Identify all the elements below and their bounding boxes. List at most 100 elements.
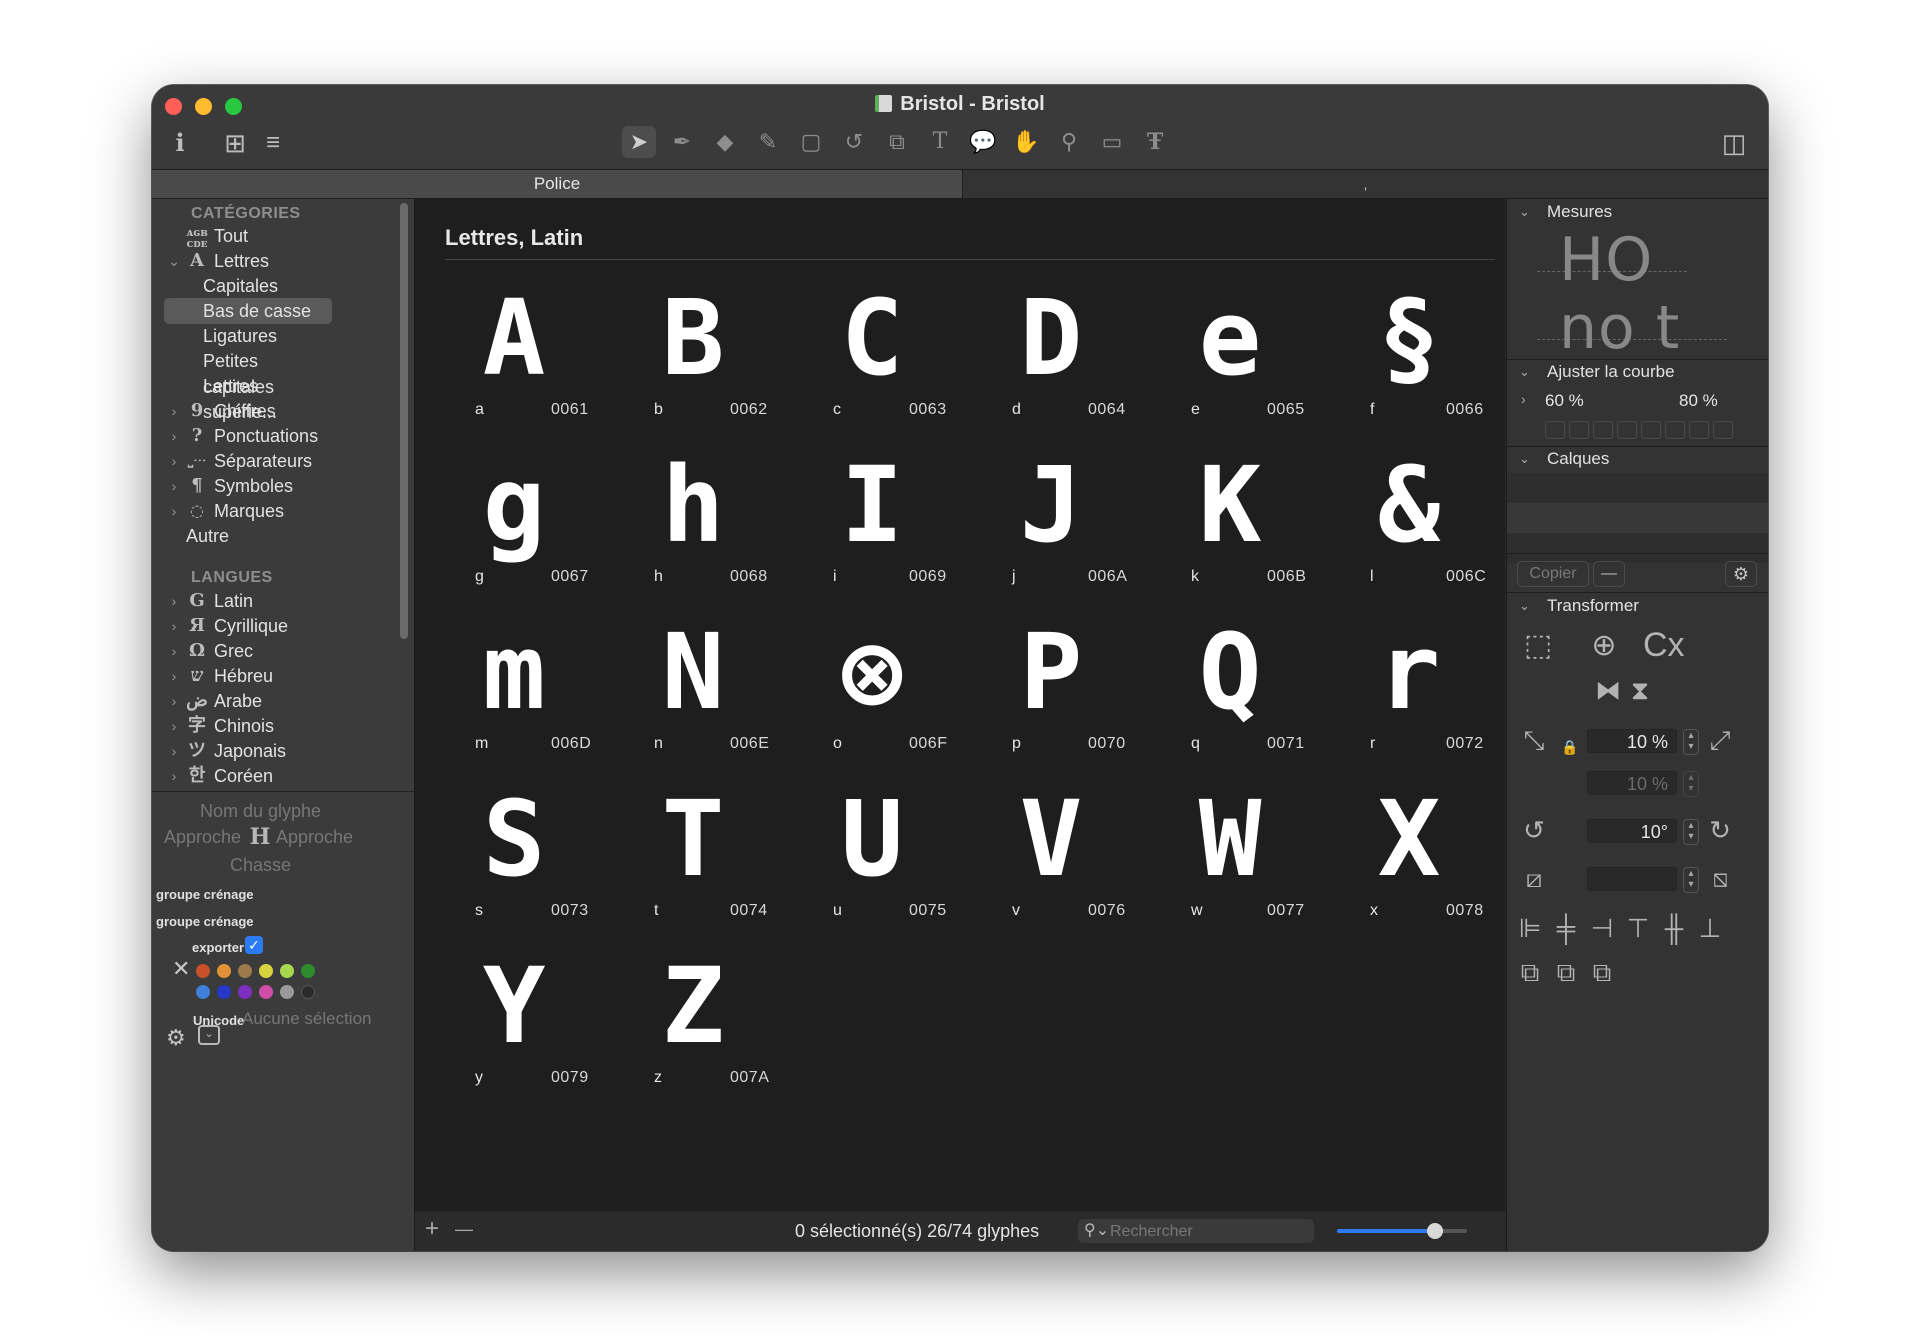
rotate-field[interactable]: 10° (1587, 819, 1677, 843)
tab-text[interactable]: , (963, 170, 1768, 198)
color-swatch-yellow[interactable] (259, 964, 273, 978)
chevron-right-icon[interactable]: › (164, 663, 184, 689)
gear-icon[interactable]: ⚙ (1725, 561, 1757, 587)
flip-vertical-icon[interactable]: ⧗ (1621, 673, 1659, 707)
layer-row[interactable] (1507, 473, 1768, 503)
chevron-right-icon[interactable]: › (164, 398, 184, 424)
sidebar-scroll-thumb[interactable] (400, 203, 408, 639)
measure-tool-icon[interactable]: ▭ (1095, 126, 1129, 158)
kerning-group-right[interactable]: groupe crénage (156, 914, 254, 929)
rotate-tool-icon[interactable]: ↺ (837, 126, 871, 158)
glyph-cell[interactable]: Zz 007A (618, 951, 796, 1117)
rotate-stepper[interactable]: ▴ ▾ (1683, 819, 1699, 845)
color-swatch-brown[interactable] (238, 964, 252, 978)
sidebar-item-bas-de-casse[interactable]: Bas de casse (164, 298, 332, 324)
glyph-cell[interactable]: Uu 0075 (797, 784, 975, 950)
glyph-cell[interactable]: g g 0067 (439, 450, 617, 616)
chevron-right-icon[interactable]: › (1521, 391, 1526, 407)
sidebar-item-latin[interactable]: › G Latin (164, 588, 332, 614)
curve-preset[interactable] (1617, 421, 1637, 439)
bounding-box-icon[interactable]: ⬚ (1519, 629, 1557, 663)
glyph-cell[interactable]: e e 0065 (1155, 283, 1333, 449)
scale-x-field[interactable]: 10 % (1587, 729, 1677, 753)
chevron-down-icon[interactable]: ⌄ (164, 248, 184, 274)
zoom-slider[interactable] (1337, 1223, 1467, 1239)
curve-preset[interactable] (1593, 421, 1613, 439)
zoom-tool-icon[interactable]: ⚲ (1052, 126, 1086, 158)
layer-row[interactable] (1507, 503, 1768, 533)
glyph-cell[interactable]: Pp 0070 (976, 617, 1154, 783)
layers-panel-header[interactable]: ⌄ Calques (1507, 446, 1768, 472)
glyph-cell[interactable]: ⊗ o 006F (797, 617, 975, 783)
scale-y-stepper[interactable]: ▴ ▾ (1683, 771, 1699, 797)
rectangle-tool-icon[interactable]: ▢ (794, 126, 828, 158)
scale-y-field[interactable]: 10 % (1587, 771, 1677, 795)
sidebar-item-arabe[interactable]: › ض Arabe (164, 688, 332, 714)
glyph-cell[interactable]: Ww 0077 (1155, 784, 1333, 950)
glyph-cell[interactable]: m m 006D (439, 617, 617, 783)
sidebar-item-chiffres[interactable]: › 9 Chiffres (164, 398, 332, 424)
type-tool-icon[interactable]: Ŧ (1138, 126, 1172, 158)
slant-left-icon[interactable]: ⧄ (1515, 861, 1553, 895)
scale-tool-icon[interactable]: ⧉ (880, 126, 914, 158)
color-swatch-dark-green[interactable] (301, 964, 315, 978)
glyph-cell[interactable]: Yy 0079 (439, 951, 617, 1117)
align-bottom-icon[interactable]: ⊥ (1691, 911, 1729, 945)
search-input[interactable] (1108, 1221, 1312, 1243)
glyph-cell[interactable]: Qq 0071 (1155, 617, 1333, 783)
sidebar-item-symboles[interactable]: › ¶ Symboles (164, 473, 332, 499)
search-field[interactable]: ⚲⌄ (1077, 1218, 1315, 1244)
sidebar-item-japonais[interactable]: › ツ Japonais (164, 738, 332, 764)
transform-panel-header[interactable]: ⌄ Transformer (1507, 593, 1768, 619)
sidebar-item-capitales[interactable]: Capitales (164, 273, 332, 299)
pencil-tool-icon[interactable]: ✎ (751, 126, 785, 158)
sidebar-item-separateurs[interactable]: › ⎵⋯ Séparateurs (164, 448, 332, 474)
rotate-right-icon[interactable]: ↻ (1701, 813, 1739, 847)
metrics-panel-header[interactable]: ⌄ Mesures (1507, 199, 1768, 225)
add-glyph-button[interactable]: + (425, 1215, 439, 1243)
kerning-group-left[interactable]: groupe crénage (156, 887, 254, 902)
align-right-icon[interactable]: ⊣ (1583, 911, 1621, 945)
chevron-right-icon[interactable]: › (164, 638, 184, 664)
chevron-right-icon[interactable]: › (164, 498, 184, 524)
transform-origin-label[interactable]: Cx (1643, 627, 1685, 663)
chevron-right-icon[interactable]: › (164, 688, 184, 714)
color-swatch-red[interactable] (196, 964, 210, 978)
chevron-right-icon[interactable]: › (164, 738, 184, 764)
subtract-icon[interactable]: ⧉ (1547, 955, 1585, 989)
list-icon[interactable]: ≡ (258, 127, 288, 159)
crosshair-origin-icon[interactable]: ⊕ (1585, 629, 1623, 663)
sidebar-item-lettres[interactable]: ⌄ A Lettres (164, 248, 332, 274)
scale-up-icon[interactable]: ⤢ (1701, 723, 1739, 757)
curve-preset[interactable] (1665, 421, 1685, 439)
zoom-slider-knob[interactable] (1426, 1223, 1443, 1239)
sidebar-item-lettres-superieures[interactable]: Lettres supérie... (164, 373, 332, 422)
color-swatch-orange[interactable] (217, 964, 231, 978)
glyph-cell[interactable]: Aa 0061 (439, 283, 617, 449)
left-sidebearing-field[interactable]: Approche (164, 827, 241, 848)
chevron-right-icon[interactable]: › (164, 763, 184, 789)
chevron-right-icon[interactable]: › (164, 473, 184, 499)
export-checkbox[interactable]: ✓ (245, 936, 263, 954)
text-tool-icon[interactable]: T (923, 126, 957, 158)
curve-preset[interactable] (1545, 421, 1565, 439)
lock-icon[interactable]: 🔒 (1561, 739, 1578, 756)
glyph-name-field[interactable]: Nom du glyphe (200, 801, 321, 822)
align-top-icon[interactable]: ⊤ (1619, 911, 1657, 945)
glyph-cell[interactable]: Dd 0064 (976, 283, 1154, 449)
curve-panel-header[interactable]: ⌄ Ajuster la courbe (1507, 359, 1768, 385)
glyph-cell[interactable]: Xx 0078 (1334, 784, 1512, 950)
chevron-right-icon[interactable]: › (164, 448, 184, 474)
no-color-icon[interactable]: ✕ (172, 956, 190, 982)
glyph-cell[interactable]: Kk 006B (1155, 450, 1333, 616)
remove-glyph-button[interactable]: — (455, 1219, 473, 1240)
slant-field[interactable] (1587, 867, 1677, 891)
width-field[interactable]: Chasse (230, 855, 291, 876)
rotate-left-icon[interactable]: ↺ (1515, 813, 1553, 847)
scale-x-stepper[interactable]: ▴ ▾ (1683, 729, 1699, 755)
curve-left-value[interactable]: 60 % (1545, 389, 1584, 413)
glyph-cell[interactable]: Ii 0069 (797, 450, 975, 616)
color-swatch-purple[interactable] (238, 985, 252, 999)
glyph-cell[interactable]: Tt 0074 (618, 784, 796, 950)
sidebar-item-cyrillique[interactable]: › Я Cyrillique (164, 613, 332, 639)
